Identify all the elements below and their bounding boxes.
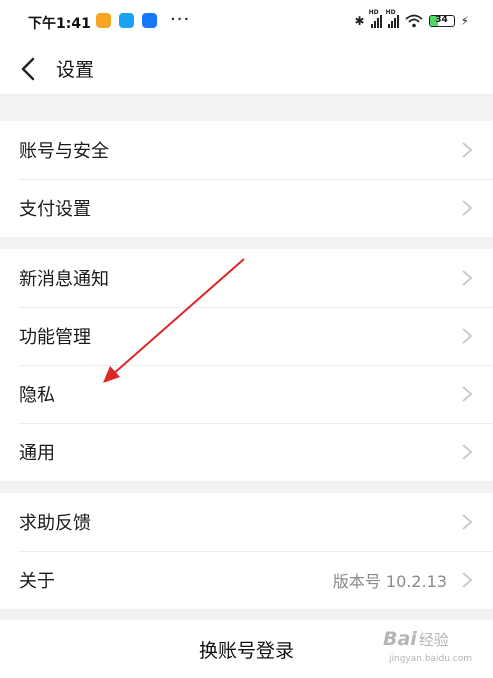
battery-icon: 34 — [428, 15, 455, 27]
switch-account-button[interactable]: 换账号登录 — [0, 620, 493, 678]
version-number: 版本号 10.2.13 — [332, 572, 447, 591]
signal-icon: HD — [369, 9, 382, 28]
chevron-right-icon — [462, 200, 473, 216]
bluetooth-icon: ✱ — [354, 14, 365, 28]
settings-item-label: 支付设置 — [19, 199, 91, 220]
settings-item-account-security[interactable]: 账号与安全 — [0, 121, 493, 179]
settings-item-privacy[interactable]: 隐私 — [0, 365, 493, 423]
chevron-right-icon — [462, 572, 473, 588]
settings-item-label: 关于 — [19, 571, 55, 592]
switch-account-label: 换账号登录 — [198, 639, 294, 662]
notification-app-icon — [142, 13, 157, 28]
settings-group-general: 新消息通知 功能管理 隐私 通用 — [0, 249, 493, 481]
settings-item-feedback[interactable]: 求助反馈 — [0, 493, 493, 551]
settings-item-label: 功能管理 — [19, 327, 91, 348]
notification-app-icon — [119, 13, 134, 28]
chevron-left-icon[interactable] — [14, 54, 44, 84]
settings-item-label: 通用 — [19, 443, 55, 464]
notification-app-icon — [96, 13, 111, 28]
chevron-right-icon — [462, 142, 473, 158]
chevron-right-icon — [462, 444, 473, 460]
settings-item-label: 求助反馈 — [19, 513, 91, 534]
settings-item-label: 隐私 — [19, 385, 55, 406]
settings-item-about[interactable]: 关于 版本号 10.2.13 — [0, 551, 493, 609]
settings-item-payment[interactable]: 支付设置 — [0, 179, 493, 237]
battery-level: 34 — [435, 15, 448, 25]
settings-group-help: 求助反馈 关于 版本号 10.2.13 — [0, 493, 493, 609]
settings-item-label: 账号与安全 — [19, 141, 109, 162]
chevron-right-icon — [462, 328, 473, 344]
signal-icon: HD — [386, 9, 399, 28]
nav-bar: 设置 — [0, 44, 493, 94]
status-time: 下午1:41 — [28, 16, 91, 32]
charging-icon: ⚡ — [460, 14, 469, 28]
settings-item-features[interactable]: 功能管理 — [0, 307, 493, 365]
settings-item-notifications[interactable]: 新消息通知 — [0, 249, 493, 307]
chevron-right-icon — [462, 514, 473, 530]
page-title: 设置 — [56, 59, 95, 81]
status-bar: 下午1:41 ··· ✱ HD HD 34 ⚡ — [0, 0, 493, 44]
settings-item-general[interactable]: 通用 — [0, 423, 493, 481]
chevron-right-icon — [462, 270, 473, 286]
chevron-right-icon — [462, 386, 473, 402]
more-notifications-icon: ··· — [170, 9, 191, 30]
settings-group-account: 账号与安全 支付设置 — [0, 121, 493, 237]
wifi-icon — [404, 14, 423, 28]
settings-item-label: 新消息通知 — [19, 269, 109, 290]
